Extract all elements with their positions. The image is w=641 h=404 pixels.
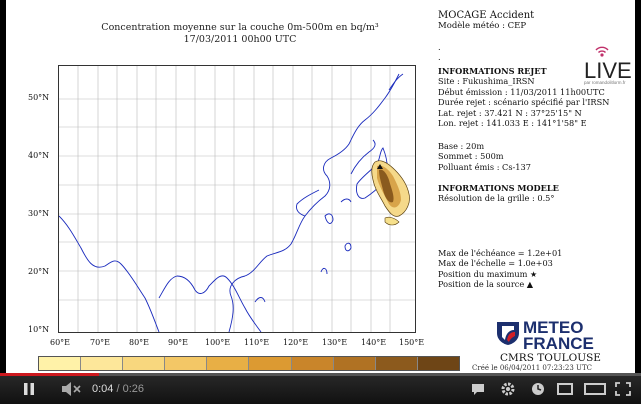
map-svg: [59, 66, 415, 332]
volume-muted-icon[interactable]: [60, 381, 82, 397]
lon-label: 110°E: [244, 338, 270, 347]
cmrs-toulouse: CMRS TOULOUSE: [500, 352, 601, 364]
colorbar-segment: [417, 357, 459, 370]
lat-label: 20°N: [28, 267, 50, 276]
max-scale: Max de l'échelle = 1.0e+03: [438, 258, 553, 269]
lon-label: 100°E: [205, 338, 231, 347]
maxima-info: Max de l'échéance = 1.2e+01 Max de l'éch…: [438, 248, 562, 290]
model-name: MOCAGE Accident: [438, 10, 535, 21]
gear-icon[interactable]: [500, 381, 516, 397]
colorbar-segment: [249, 357, 292, 370]
colorbar-segment: [333, 357, 376, 370]
section-model-heading: INFORMATIONS MODELE: [438, 183, 559, 193]
release-pollutant: Polluant émis : Cs-137: [438, 161, 531, 172]
release-start: Début émission : 11/03/2011 11h00UTC: [438, 86, 605, 97]
fullscreen-icon[interactable]: [614, 381, 632, 397]
title-line-1: Concentration moyenne sur la couche 0m-5…: [101, 22, 379, 33]
info-dot: .: [438, 42, 441, 52]
meteo-model: Modèle météo : CEP: [438, 21, 527, 31]
lon-label: 80°E: [129, 338, 150, 347]
colorbar-segment: [207, 357, 250, 370]
lon-label: 150°E: [399, 338, 425, 347]
release-lon: Lon. rejet : 141.033 E : 141°1'58" E: [438, 118, 587, 129]
model-info: INFORMATIONS MODELE Résolution de la gri…: [438, 183, 559, 204]
lon-label: 60°E: [50, 338, 71, 347]
lon-label: 140°E: [361, 338, 387, 347]
france-word: FRANCE: [523, 334, 594, 353]
lon-label: 70°E: [90, 338, 111, 347]
max-timestep: Max de l'échéance = 1.2e+01: [438, 248, 563, 258]
release-base: Base : 20m: [438, 141, 485, 151]
video-map-title: Concentration moyenne sur la couche 0m-5…: [66, 22, 414, 46]
radioactive-plume: [371, 160, 410, 226]
created-date: Créé le 06/04/2011 07:23:23 UTC: [472, 364, 592, 372]
source-position: Position de la source ▲: [438, 279, 534, 290]
release-lat: Lat. rejet : 37.421 N : 37°25'15" N: [438, 107, 582, 118]
release-top: Sommet : 500m: [438, 151, 504, 162]
colorbar-segment: [375, 357, 418, 370]
caption-icon[interactable]: [470, 381, 486, 397]
clock-icon[interactable]: [530, 381, 546, 397]
current-time: 0:04: [92, 383, 114, 395]
colorbar-segment: [291, 357, 334, 370]
meteo-france-logo-icon: [497, 322, 519, 345]
lon-label: 120°E: [283, 338, 309, 347]
colorbar-segment: [81, 357, 124, 370]
colorbar-segment: [39, 357, 82, 370]
meteo-france-wordmark: METEO FRANCE: [523, 319, 594, 353]
lon-label: 130°E: [322, 338, 348, 347]
progress-played: [0, 373, 99, 376]
title-line-2: 17/03/2011 00h00 UTC: [183, 34, 297, 45]
broadcast-icon: [595, 46, 609, 57]
grid-resolution: Résolution de la grille : 0.5°: [438, 193, 555, 204]
pause-icon[interactable]: [22, 381, 36, 397]
colorbar-segment: [123, 357, 166, 370]
release-params: Base : 20m Sommet : 500m Polluant émis :…: [438, 141, 531, 172]
lon-label: 90°E: [168, 338, 189, 347]
dispersion-map: [58, 65, 416, 333]
coastlines: [59, 73, 404, 332]
small-player-icon[interactable]: [556, 381, 574, 397]
concentration-colorbar: [38, 356, 460, 371]
time-display: 0:04 / 0:26: [92, 383, 144, 395]
release-duration: Durée rejet : scénario spécifié par l'IR…: [438, 97, 610, 108]
video-frame[interactable]: Concentration moyenne sur la couche 0m-5…: [6, 0, 635, 373]
lat-label: 50°N: [28, 93, 50, 102]
large-player-icon[interactable]: [584, 381, 606, 397]
max-position: Position du maximum ★: [438, 268, 538, 279]
lat-label: 30°N: [28, 209, 50, 218]
lat-label: 10°N: [28, 325, 50, 334]
model-header: MOCAGE Accident Modèle météo : CEP: [438, 10, 534, 32]
lat-label: 40°N: [28, 151, 50, 160]
live-subtext: par romandolitlorm.fr: [584, 80, 626, 85]
time-separator: /: [116, 383, 120, 395]
colorbar-segment: [165, 357, 208, 370]
section-release-heading: INFORMATIONS REJET: [438, 66, 547, 76]
info-dot: .: [438, 52, 441, 62]
duration: 0:26: [122, 383, 145, 395]
